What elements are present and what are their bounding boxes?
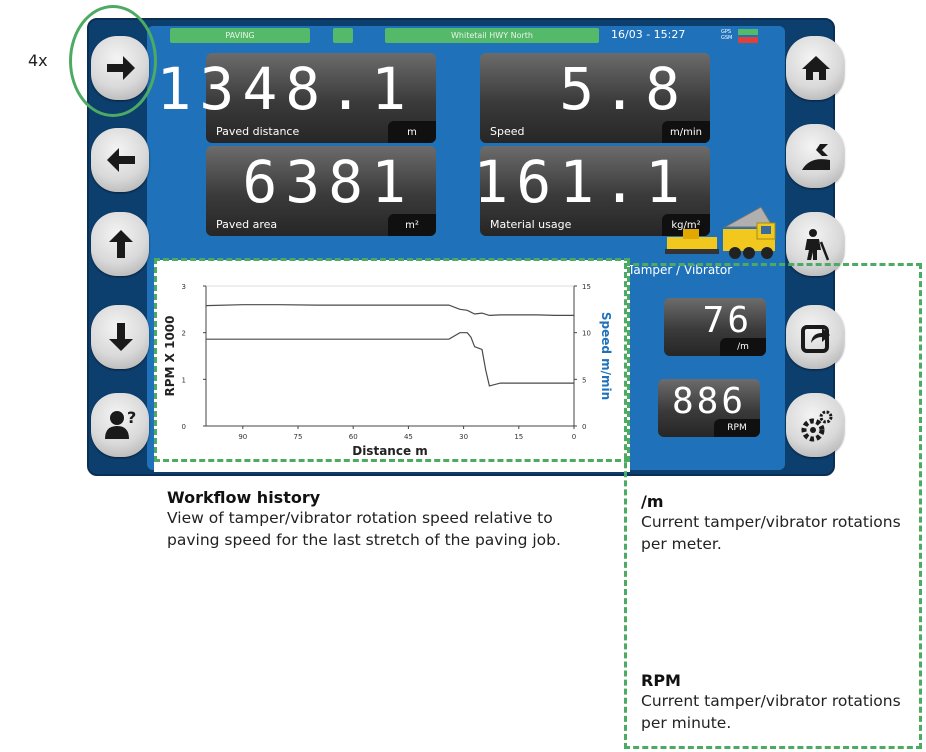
paved-area-value: 6381	[242, 148, 414, 216]
per-meter-annotation-title: /m	[641, 492, 664, 511]
arrow-down-button[interactable]	[91, 305, 149, 369]
speed-value: 5.8	[559, 55, 688, 123]
road-name: Whitetail HWY North	[385, 28, 599, 43]
dump-icon	[802, 144, 830, 170]
paved-distance-label: Paved distance	[216, 125, 300, 138]
arrow-left-icon	[107, 148, 135, 172]
rpm-annotation: RPM Current tamper/vibrator rotations pe…	[641, 671, 911, 734]
arrow-up-button[interactable]	[91, 212, 149, 276]
arrow-left-button[interactable]	[91, 128, 149, 192]
highlight-circle	[69, 5, 157, 117]
datetime: 16/03 - 15:27	[611, 28, 686, 41]
paved-distance-unit: m	[388, 121, 436, 143]
svg-text:?: ?	[127, 409, 136, 427]
arrow-down-icon	[109, 323, 133, 351]
help-user-icon: ?	[105, 409, 136, 439]
help-button[interactable]: ?	[91, 393, 149, 457]
dump-button[interactable]	[786, 124, 844, 188]
rpm-annotation-title: RPM	[641, 671, 681, 690]
workflow-annotation-frame	[154, 258, 630, 462]
status-indicator	[333, 28, 353, 43]
arrow-up-icon	[109, 230, 133, 258]
worker-icon	[805, 229, 830, 261]
material-usage-label: Material usage	[490, 218, 572, 231]
workflow-annotation-text: View of tamper/vibrator rotation speed r…	[167, 509, 561, 549]
workflow-annotation: Workflow history View of tamper/vibrator…	[167, 488, 607, 551]
gps-gsm-indicator: GPS GSM	[721, 29, 732, 41]
gsm-label: GSM	[721, 35, 733, 41]
home-icon	[802, 56, 830, 80]
speed-label: Speed	[490, 125, 525, 138]
per-meter-annotation: /m Current tamper/vibrator rotations per…	[641, 492, 911, 555]
paved-area-label: Paved area	[216, 218, 278, 231]
gsm-signal-icon	[738, 37, 758, 43]
zoom-label: 4x	[28, 51, 48, 70]
home-button[interactable]	[786, 36, 844, 100]
workflow-annotation-title: Workflow history	[167, 488, 321, 507]
rpm-annotation-text: Current tamper/vibrator rotations per mi…	[641, 692, 901, 732]
paved-area-tile: 6381 Paved area m²	[206, 146, 436, 236]
material-usage-value: 161.1	[473, 148, 688, 216]
gps-signal-icon	[738, 29, 758, 35]
paver-truck-icon	[665, 206, 776, 259]
per-meter-annotation-text: Current tamper/vibrator rotations per me…	[641, 513, 901, 553]
paved-area-unit: m²	[388, 214, 436, 236]
paved-distance-value: 1348.1	[156, 55, 414, 123]
mode-status: PAVING	[170, 28, 310, 43]
paved-distance-tile: 1348.1 Paved distance m	[156, 53, 436, 143]
speed-tile: 5.8 Speed m/min	[480, 53, 710, 143]
speed-unit: m/min	[662, 121, 710, 143]
